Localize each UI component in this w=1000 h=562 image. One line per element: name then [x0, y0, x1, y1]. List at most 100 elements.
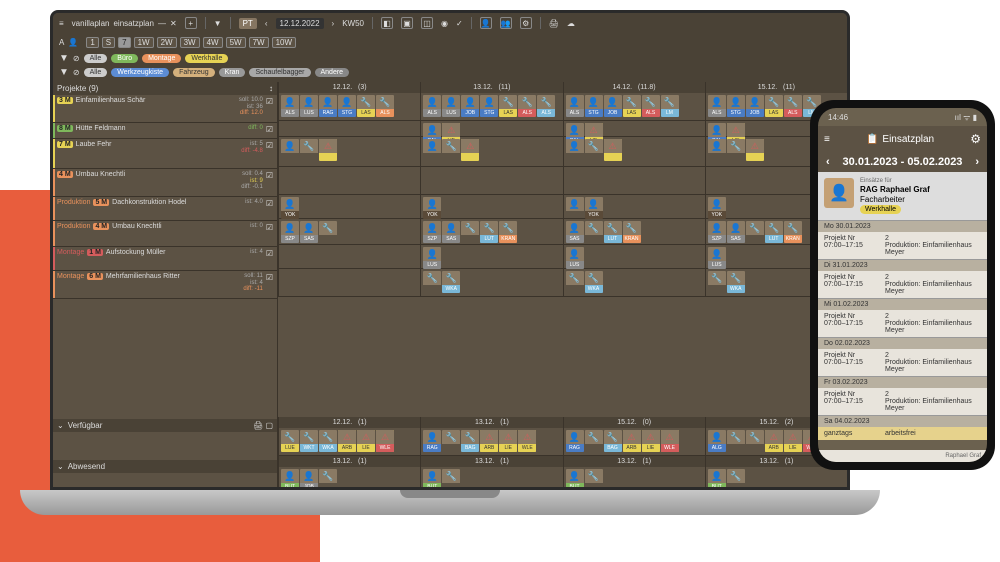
resource-tile[interactable]: 🔧: [442, 139, 460, 161]
resource-tile[interactable]: 🔧: [319, 221, 337, 243]
resource-tile[interactable]: [461, 139, 479, 161]
font-icon[interactable]: A: [59, 38, 64, 47]
gear-icon[interactable]: ⚙: [520, 17, 532, 29]
resource-tile[interactable]: 👤 LUS: [708, 247, 726, 269]
resource-tile[interactable]: 🔧: [585, 469, 603, 490]
schedule-cell[interactable]: 👤 BUT 🔧: [563, 467, 705, 490]
resource-tile[interactable]: 👤 SAS: [566, 221, 584, 243]
check-icon[interactable]: ☑: [266, 125, 273, 134]
resource-tile[interactable]: 🔧 LAS: [623, 95, 641, 117]
resource-tile[interactable]: 🔧: [585, 139, 603, 161]
resource-tile[interactable]: WLE: [518, 430, 536, 452]
project-row[interactable]: 3 MEinfamilienhaus Schär soll: 10.0ist: …: [53, 95, 277, 123]
resource-tile[interactable]: 👤: [566, 139, 584, 161]
resource-tile[interactable]: 🔧: [300, 139, 318, 161]
resource-tile[interactable]: 🔧: [442, 469, 460, 490]
resource-tile[interactable]: 👤 ALS: [566, 95, 584, 117]
resource-tile[interactable]: 👤: [281, 139, 299, 161]
cloud-icon[interactable]: ☁: [567, 19, 575, 28]
resource-tile[interactable]: 🔧: [727, 139, 745, 161]
schedule-cell[interactable]: 👤 ALS 👤 STG 👤 JOB 🔧 LAS 🔧 ALS 🔧 LM: [563, 93, 705, 120]
resource-tile[interactable]: 👤 SAS: [300, 221, 318, 243]
resource-tile[interactable]: 👤 BUT: [281, 469, 299, 490]
schedule-cell[interactable]: 👤 YOK: [278, 195, 420, 218]
print-small-icon[interactable]: 🖨 ▢: [253, 421, 273, 430]
schedule-cell[interactable]: 🔧 LUE 🔧 WKT 🔧 WKA ARB LIE WLE: [278, 428, 420, 455]
phone-day-body[interactable]: Projekt Nr207:00–17:15Produktion: Einfam…: [818, 310, 987, 337]
resource-tile[interactable]: 🔧 LAS: [499, 95, 517, 117]
resource-tile[interactable]: 🔧 WKA: [585, 271, 603, 293]
resource-tile[interactable]: 👤 ALS: [423, 95, 441, 117]
project-row[interactable]: 7 MLaube Fehr ist: 5diff: -4.8☑: [53, 139, 277, 169]
project-row[interactable]: 8 MHütte Feldmann diff: 0☑: [53, 123, 277, 139]
check-icon[interactable]: ☑: [266, 273, 273, 282]
resource-tile[interactable]: 👤 BUT: [566, 469, 584, 490]
check-icon[interactable]: ☑: [266, 171, 273, 180]
resource-tile[interactable]: 👤 SZP: [281, 221, 299, 243]
schedule-cell[interactable]: 👤 LUS: [563, 245, 705, 268]
resource-tile[interactable]: 🔧 LAS: [357, 95, 375, 117]
chip-andere[interactable]: Andere: [315, 68, 350, 77]
chip-werkhalle[interactable]: Werkhalle: [185, 54, 228, 63]
abwesend-header[interactable]: ⌄ Abwesend: [53, 460, 277, 473]
resource-tile[interactable]: 👤: [566, 197, 584, 219]
resource-tile[interactable]: 🔧: [585, 221, 603, 243]
resource-tile[interactable]: 🔧 LUT: [480, 221, 498, 243]
tool-icon-2[interactable]: ▣: [401, 17, 413, 29]
view-button-2W[interactable]: 2W: [157, 37, 177, 48]
gear-icon[interactable]: ⚙: [970, 132, 981, 146]
view-button-5W[interactable]: 5W: [226, 37, 246, 48]
clear-filter-icon[interactable]: ⊘: [73, 54, 80, 63]
resource-tile[interactable]: 👤 ALG: [708, 430, 726, 452]
resource-tile[interactable]: 👤 LUS: [566, 247, 584, 269]
app-tab[interactable]: vanillaplan einsatzplan — ✕: [72, 19, 177, 28]
schedule-cell[interactable]: [563, 167, 705, 194]
schedule-cell[interactable]: 👤 SZP 👤 SAS 🔧: [278, 219, 420, 244]
resource-tile[interactable]: LIE: [642, 430, 660, 452]
resource-tile[interactable]: 🔧: [746, 430, 764, 452]
chip-buro[interactable]: Büro: [111, 54, 138, 63]
resource-tile[interactable]: 🔧 LUT: [604, 221, 622, 243]
schedule-cell[interactable]: 👤 CAL LIE: [563, 121, 705, 136]
resource-tile[interactable]: 🔧 BAG: [604, 430, 622, 452]
resource-tile[interactable]: 👤 STG: [585, 95, 603, 117]
resource-tile[interactable]: 👤 LUS: [423, 247, 441, 269]
chip-schauf[interactable]: Schaufelbagger: [249, 68, 310, 77]
resource-tile[interactable]: 🔧 KRAN: [499, 221, 517, 243]
schedule-cell[interactable]: 🔧 🔧 WKA: [420, 269, 562, 296]
resource-tile[interactable]: 🔧 WKA: [319, 430, 337, 452]
schedule-cell[interactable]: [278, 269, 420, 296]
chip-werk[interactable]: Werkzeugkiste: [111, 68, 169, 77]
resource-tile[interactable]: 🔧: [423, 271, 441, 293]
resource-tile[interactable]: 👤 STG: [727, 95, 745, 117]
phone-day-body[interactable]: Projekt Nr207:00–17:15Produktion: Einfam…: [818, 349, 987, 376]
project-row[interactable]: Montage6 MMehrfamilienhaus Ritter soll: …: [53, 271, 277, 299]
view-button-4W[interactable]: 4W: [203, 37, 223, 48]
filter-icon[interactable]: ▼: [214, 19, 222, 28]
schedule-cell[interactable]: 👤 🔧: [420, 137, 562, 166]
check-icon[interactable]: ☑: [266, 141, 273, 150]
resource-tile[interactable]: 🔧: [442, 430, 460, 452]
resource-tile[interactable]: 👤 SAS: [442, 221, 460, 243]
resource-tile[interactable]: 👤 RAG: [423, 430, 441, 452]
view-button-1[interactable]: 1: [86, 37, 98, 48]
resource-tile[interactable]: 👤: [423, 139, 441, 161]
resource-tile[interactable]: ARB: [480, 430, 498, 452]
close-tab-icon[interactable]: ✕: [170, 19, 177, 28]
schedule-cell[interactable]: 👤 👤 YOK: [563, 195, 705, 218]
phone-day-body[interactable]: ganztagsarbeitsfrei: [818, 427, 987, 440]
chip-kran[interactable]: Kran: [219, 68, 246, 77]
schedule-cell[interactable]: 👤 🔧: [278, 137, 420, 166]
resource-tile[interactable]: 🔧 ALS: [518, 95, 536, 117]
schedule-cell[interactable]: 👤 BUT 👤 JOB 🔧: [278, 467, 420, 490]
resource-tile[interactable]: ARB: [765, 430, 783, 452]
phone-day-body[interactable]: Projekt Nr207:00–17:15Produktion: Einfam…: [818, 271, 987, 298]
view-button-S[interactable]: S: [102, 37, 115, 48]
view-button-1W[interactable]: 1W: [134, 37, 154, 48]
resource-tile[interactable]: WLE: [376, 430, 394, 452]
resource-tile[interactable]: 👤 JOB: [300, 469, 318, 490]
resource-tile[interactable]: 🔧: [566, 271, 584, 293]
resource-tile[interactable]: 🔧: [727, 469, 745, 490]
date-display[interactable]: 12.12.2022: [276, 18, 324, 29]
resource-tile[interactable]: 👤 LUS: [442, 95, 460, 117]
